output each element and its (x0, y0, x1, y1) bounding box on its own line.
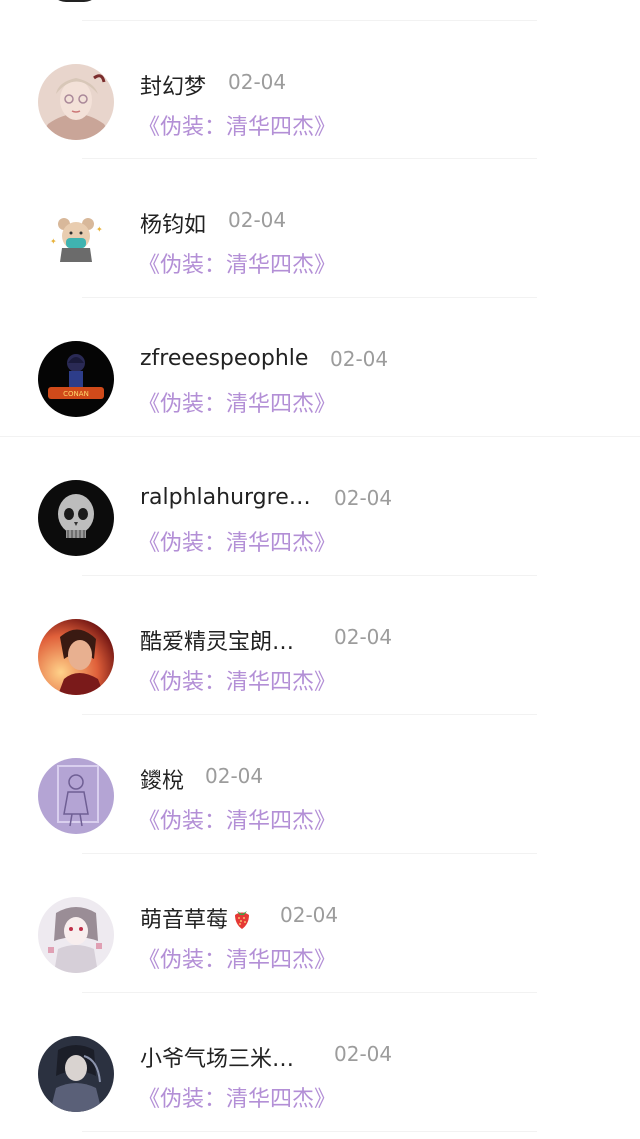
svg-text:CONAN: CONAN (63, 390, 89, 398)
girl-portrait-avatar[interactable] (38, 64, 114, 140)
timestamp: 02-04 (228, 208, 287, 232)
partial-avatar (50, 0, 100, 2)
username[interactable]: 酷爱精灵宝朗… (140, 624, 294, 656)
list-item[interactable]: 酷爱精灵宝朗… 02-04 《伪装：清华四杰》 (0, 592, 640, 730)
detective-logo-avatar[interactable]: CONAN (38, 341, 114, 417)
anime-girl-avatar[interactable] (38, 897, 114, 973)
book-title-link[interactable]: 《伪装：清华四杰》 (138, 942, 336, 974)
book-title-link[interactable]: 《伪装：清华四杰》 (138, 386, 336, 418)
divider (82, 1131, 537, 1132)
divider (82, 575, 537, 576)
timestamp: 02-04 (228, 70, 287, 94)
username[interactable]: zfreeespeophle (140, 346, 308, 371)
divider (82, 714, 537, 715)
book-title-link[interactable]: 《伪装：清华四杰》 (138, 664, 336, 696)
dark-anime-avatar[interactable] (38, 1036, 114, 1112)
svg-text:✦: ✦ (96, 225, 103, 234)
list-item[interactable]: 萌音草莓 02-04 《伪装：清华四杰》 (0, 870, 640, 1008)
timestamp: 02-04 (205, 764, 264, 788)
username[interactable]: ralphlahurgre… (140, 485, 311, 510)
book-title-link[interactable]: 《伪装：清华四杰》 (138, 109, 336, 141)
user-list: 封幻梦 02-04 《伪装：清华四杰》 ✦ ✦ 杨钧如 02-04 《伪装：清华… (0, 0, 640, 1139)
list-item[interactable]: CONAN zfreeespeophle 02-04 《伪装：清华四杰》 (0, 314, 640, 452)
list-item[interactable]: ✦ ✦ 杨钧如 02-04 《伪装：清华四杰》 (0, 175, 640, 313)
timestamp: 02-04 (334, 486, 393, 510)
list-item[interactable]: 鑁梲 02-04 《伪装：清华四杰》 (0, 731, 640, 869)
purple-sketch-avatar[interactable] (38, 758, 114, 834)
book-title-link[interactable]: 《伪装：清华四杰》 (138, 803, 336, 835)
timestamp: 02-04 (334, 1042, 393, 1066)
bear-mask-avatar[interactable]: ✦ ✦ (38, 202, 114, 278)
book-title-link[interactable]: 《伪装：清华四杰》 (138, 247, 336, 279)
list-item[interactable]: ralphlahurgre… 02-04 《伪装：清华四杰》 (0, 453, 640, 591)
divider (82, 158, 537, 159)
list-item[interactable]: 小爷气场三米… 02-04 《伪装：清华四杰》 (0, 1009, 640, 1139)
username[interactable]: 封幻梦 (140, 69, 206, 101)
timestamp: 02-04 (334, 625, 393, 649)
timestamp: 02-04 (280, 903, 339, 927)
divider (82, 20, 537, 21)
strawberry-icon (235, 911, 250, 929)
list-item[interactable]: 封幻梦 02-04 《伪装：清华四杰》 (0, 37, 640, 175)
book-title-link[interactable]: 《伪装：清华四杰》 (138, 1081, 336, 1113)
username[interactable]: 萌音草莓 (140, 902, 254, 934)
timestamp: 02-04 (330, 347, 389, 371)
divider (82, 853, 537, 854)
skull-avatar[interactable] (38, 480, 114, 556)
svg-text:✦: ✦ (50, 237, 57, 246)
divider (82, 992, 537, 993)
divider (82, 297, 537, 298)
divider (0, 436, 640, 437)
book-title-link[interactable]: 《伪装：清华四杰》 (138, 525, 336, 557)
username[interactable]: 鑁梲 (140, 763, 184, 795)
username[interactable]: 杨钧如 (140, 207, 206, 239)
game-character-avatar[interactable] (38, 619, 114, 695)
username[interactable]: 小爷气场三米… (140, 1041, 294, 1073)
